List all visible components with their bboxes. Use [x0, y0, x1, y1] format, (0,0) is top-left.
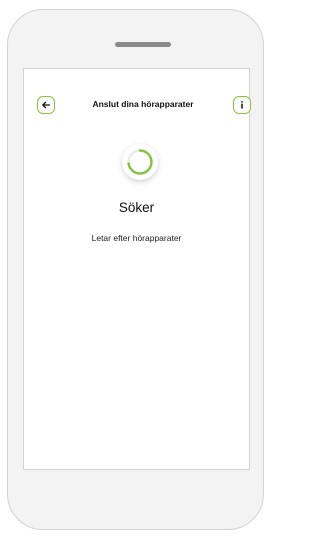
phone-frame: Anslut dina hörapparater Söker Letar eft…: [7, 9, 264, 530]
page-title: Anslut dina hörapparater: [92, 99, 194, 109]
spinner-icon: [127, 149, 153, 175]
loading-spinner: [122, 144, 158, 180]
phone-speaker: [115, 42, 171, 47]
info-button[interactable]: [233, 96, 251, 114]
info-icon: [241, 101, 243, 109]
status-subtext: Letar efter hörapparater: [91, 233, 182, 243]
arrow-left-icon: [42, 101, 51, 109]
status-heading: Söker: [118, 200, 155, 215]
app-screen: Anslut dina hörapparater Söker Letar eft…: [23, 68, 251, 470]
back-button[interactable]: [37, 96, 55, 114]
